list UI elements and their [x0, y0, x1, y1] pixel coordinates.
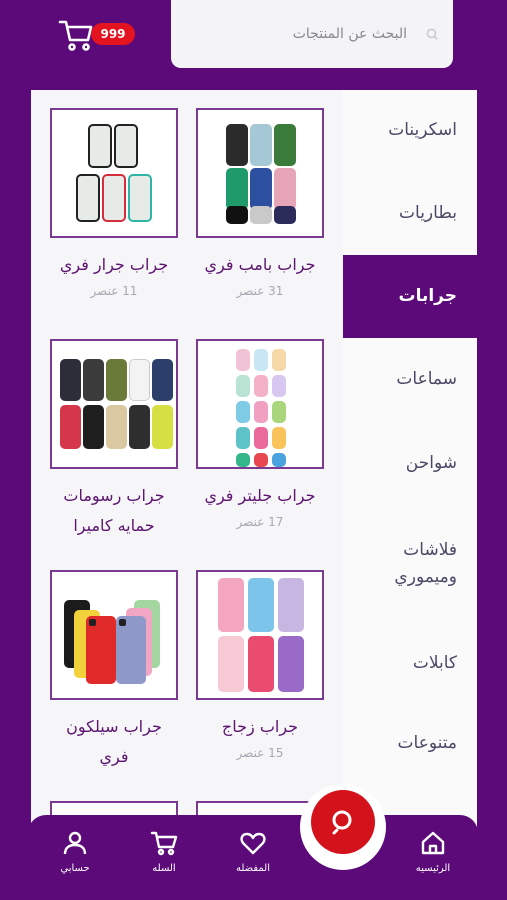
category-label: بطاريات — [399, 202, 457, 223]
category-sidebar: اسكرينات بطاريات جرابات سماعات شواحن فلا… — [343, 90, 477, 830]
category-label: سماعات — [396, 369, 457, 390]
heart-icon — [240, 832, 266, 855]
product-name: جراب جرار فري — [59, 255, 169, 274]
category-item-cases[interactable]: جرابات — [343, 255, 477, 338]
product-name: جراب زجاج — [221, 717, 299, 736]
category-item-flash-memory[interactable]: فلاشات وميموري — [343, 506, 477, 622]
nav-label: الرئيسيه — [415, 863, 451, 874]
search-fab-button[interactable] — [311, 790, 375, 854]
cart-icon — [58, 20, 93, 51]
category-item-chargers[interactable]: شواحن — [343, 422, 477, 506]
nav-account[interactable]: حسابي — [40, 829, 110, 874]
search-icon — [426, 28, 438, 40]
category-label: فلاشات وميموري — [394, 539, 457, 587]
cart-icon — [150, 831, 178, 856]
product-card[interactable]: جراب سيلكون فري — [50, 570, 178, 777]
product-card[interactable]: جراب رسومات حمايه كاميرا — [50, 339, 178, 546]
product-image — [196, 339, 324, 469]
product-image — [50, 570, 178, 700]
product-card[interactable]: جراب زجاج 15 عنصر — [196, 570, 324, 760]
product-card[interactable]: جراب جرار فري 11 عنصر — [50, 108, 178, 298]
bottom-navigation: الرئيسيه المفضله السله حسابي — [28, 815, 478, 900]
products-grid: جراب بامب فري 31 عنصر جراب جرار فري 11 ع… — [31, 90, 343, 841]
home-icon — [421, 831, 445, 855]
category-item-cables[interactable]: كابلات — [343, 622, 477, 706]
cart-button[interactable] — [58, 18, 94, 52]
search-input[interactable]: البحث عن المنتجات — [171, 0, 453, 68]
category-item-headphones[interactable]: سماعات — [343, 338, 477, 422]
product-image — [196, 570, 324, 700]
category-label: جرابات — [398, 285, 457, 306]
category-label: اسكرينات — [388, 120, 457, 141]
product-name: جراب رسومات حمايه كاميرا — [63, 486, 165, 536]
cart-count-badge: 999 — [91, 23, 135, 45]
nav-cart[interactable]: السله — [129, 829, 199, 874]
category-label: متنوعات — [397, 733, 457, 753]
nav-label: المفضله — [235, 863, 270, 874]
product-count: 15 عنصر — [236, 746, 284, 761]
product-name: جراب جليتر فري — [204, 486, 316, 505]
search-icon — [332, 810, 352, 835]
nav-label: السله — [152, 863, 176, 874]
product-image — [196, 108, 324, 238]
product-count: 11 عنصر — [90, 284, 138, 299]
nav-favorites[interactable]: المفضله — [218, 829, 288, 874]
category-label: كابلات — [412, 653, 457, 674]
user-icon — [63, 831, 87, 855]
category-item-batteries[interactable]: بطاريات — [343, 172, 477, 255]
product-image — [50, 339, 178, 469]
product-count: 31 عنصر — [236, 284, 284, 299]
product-image — [50, 108, 178, 238]
nav-home[interactable]: الرئيسيه — [398, 829, 468, 874]
product-name: جراب سيلكون فري — [66, 717, 162, 767]
top-header: البحث عن المنتجات 999 — [0, 0, 507, 90]
product-card[interactable]: جراب جليتر فري 17 عنصر — [196, 339, 324, 529]
category-item-screens[interactable]: اسكرينات — [343, 90, 477, 172]
nav-label: حسابي — [60, 863, 90, 874]
product-card[interactable]: جراب بامب فري 31 عنصر — [196, 108, 324, 298]
product-name: جراب بامب فري — [204, 255, 316, 274]
product-count: 17 عنصر — [236, 515, 284, 530]
category-label: شواحن — [405, 453, 457, 474]
search-placeholder: البحث عن المنتجات — [292, 26, 407, 42]
